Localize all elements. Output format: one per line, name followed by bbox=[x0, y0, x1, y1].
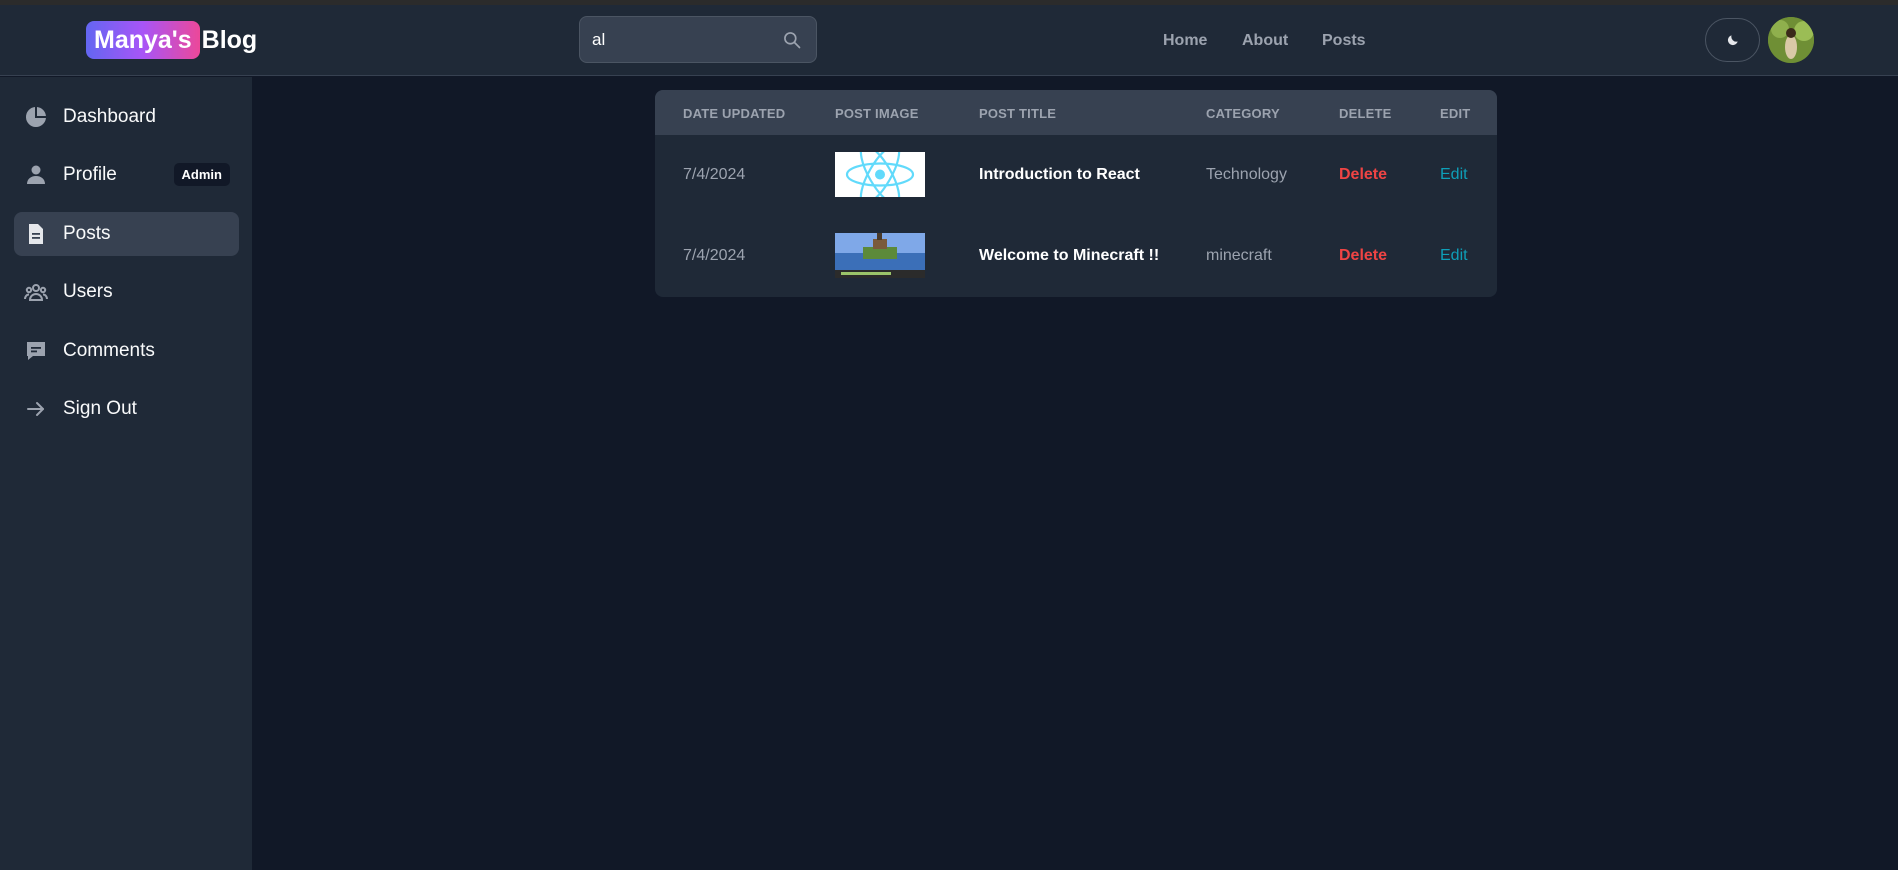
delete-button[interactable]: Delete bbox=[1339, 166, 1387, 184]
arrow-right-icon bbox=[27, 402, 44, 416]
category-cell: Technology bbox=[1206, 166, 1287, 183]
users-icon bbox=[24, 284, 48, 301]
minecraft-screenshot-image bbox=[835, 233, 925, 278]
column-header: POST IMAGE bbox=[835, 106, 919, 121]
delete-button[interactable]: Delete bbox=[1339, 247, 1387, 265]
admin-badge: Admin bbox=[173, 163, 230, 186]
sidebar-item-label: Comments bbox=[63, 340, 155, 361]
date-cell: 7/4/2024 bbox=[683, 247, 746, 264]
top-header: Manya's Blog Home About Posts bbox=[0, 5, 1898, 76]
post-image[interactable] bbox=[835, 152, 925, 197]
nav-home-link[interactable]: Home bbox=[1163, 32, 1207, 50]
search-input[interactable] bbox=[592, 29, 772, 51]
sidebar-item-dashboard[interactable]: Dashboard bbox=[14, 95, 239, 139]
date-cell: 7/4/2024 bbox=[683, 166, 746, 183]
sidebar-item-label: Posts bbox=[63, 223, 111, 244]
column-header: DELETE bbox=[1339, 106, 1392, 121]
nav-about-link[interactable]: About bbox=[1242, 32, 1288, 50]
theme-toggle-button[interactable] bbox=[1705, 18, 1760, 62]
logo-badge: Manya's bbox=[86, 21, 200, 59]
logo-text: Blog bbox=[201, 25, 258, 54]
post-image[interactable] bbox=[835, 233, 925, 278]
sidebar-item-label: Sign Out bbox=[63, 398, 137, 419]
category-cell: minecraft bbox=[1206, 247, 1272, 264]
sidebar-item-label: Dashboard bbox=[63, 106, 156, 127]
table-row: 7/4/2024 Introduction to React Technolog… bbox=[655, 135, 1497, 216]
edit-link[interactable]: Edit bbox=[1440, 247, 1468, 265]
nav-posts-link[interactable]: Posts bbox=[1322, 32, 1366, 50]
post-title-link[interactable]: Introduction to React bbox=[979, 166, 1140, 184]
column-header: DATE UPDATED bbox=[683, 106, 786, 121]
column-header: EDIT bbox=[1440, 106, 1471, 121]
table-header: DATE UPDATED POST IMAGE POST TITLE CATEG… bbox=[655, 90, 1497, 135]
sidebar: Dashboard Profile Admin Posts Users Comm… bbox=[0, 77, 252, 870]
site-logo[interactable]: Manya's Blog bbox=[86, 20, 257, 60]
sidebar-item-profile[interactable]: Profile Admin bbox=[14, 153, 239, 197]
sidebar-item-label: Profile bbox=[63, 164, 117, 185]
react-logo-icon bbox=[845, 152, 915, 197]
user-avatar[interactable] bbox=[1768, 17, 1814, 63]
post-title-link[interactable]: Welcome to Minecraft !! bbox=[979, 247, 1159, 265]
sidebar-item-comments[interactable]: Comments bbox=[14, 329, 239, 373]
column-header: CATEGORY bbox=[1206, 106, 1280, 121]
column-header: POST TITLE bbox=[979, 106, 1057, 121]
document-icon bbox=[29, 224, 43, 244]
user-icon bbox=[27, 165, 45, 184]
search-icon[interactable] bbox=[782, 30, 802, 50]
edit-link[interactable]: Edit bbox=[1440, 166, 1468, 184]
comment-icon bbox=[27, 342, 45, 360]
sidebar-item-label: Users bbox=[63, 281, 113, 302]
sidebar-item-sign-out[interactable]: Sign Out bbox=[14, 387, 239, 431]
posts-table: DATE UPDATED POST IMAGE POST TITLE CATEG… bbox=[655, 90, 1497, 297]
moon-icon bbox=[1727, 35, 1738, 46]
sidebar-item-posts[interactable]: Posts bbox=[14, 212, 239, 256]
pie-chart-icon bbox=[26, 107, 46, 127]
search-box bbox=[579, 16, 817, 63]
sidebar-item-users[interactable]: Users bbox=[14, 270, 239, 314]
avatar-image bbox=[1768, 17, 1814, 63]
table-row: 7/4/2024 Welcome to Minecraft !! minecra… bbox=[655, 216, 1497, 297]
